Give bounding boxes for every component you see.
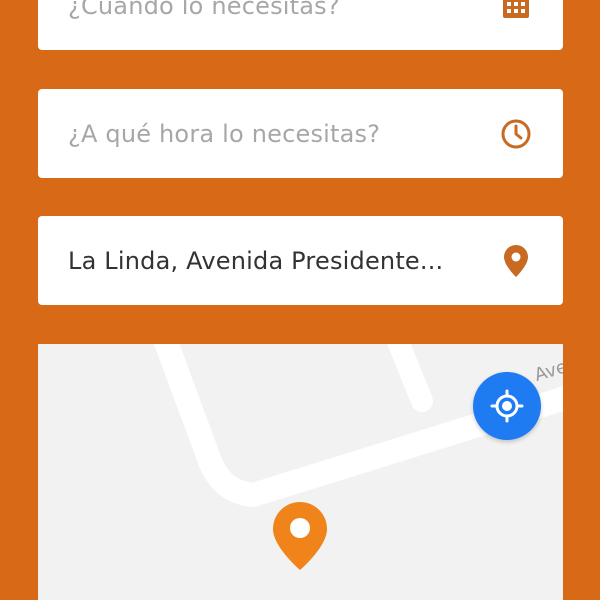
order-form-screen: ¿Cuándo lo necesitas? ¿A qué hora lo nec… bbox=[0, 0, 600, 600]
address-field[interactable]: La Linda, Avenida Presidente... bbox=[38, 216, 563, 305]
my-location-button[interactable] bbox=[473, 372, 541, 440]
clock-icon[interactable] bbox=[499, 117, 533, 151]
map-view[interactable]: Ave bbox=[38, 344, 563, 600]
my-location-icon bbox=[490, 389, 524, 423]
time-field[interactable]: ¿A qué hora lo necesitas? bbox=[38, 89, 563, 178]
time-placeholder: ¿A qué hora lo necesitas? bbox=[68, 119, 381, 148]
calendar-icon[interactable] bbox=[499, 0, 533, 23]
date-placeholder: ¿Cuándo lo necesitas? bbox=[68, 0, 340, 20]
map-marker-icon[interactable] bbox=[270, 500, 330, 572]
location-pin-icon[interactable] bbox=[499, 244, 533, 278]
address-value: La Linda, Avenida Presidente... bbox=[68, 246, 444, 275]
date-field[interactable]: ¿Cuándo lo necesitas? bbox=[38, 0, 563, 50]
